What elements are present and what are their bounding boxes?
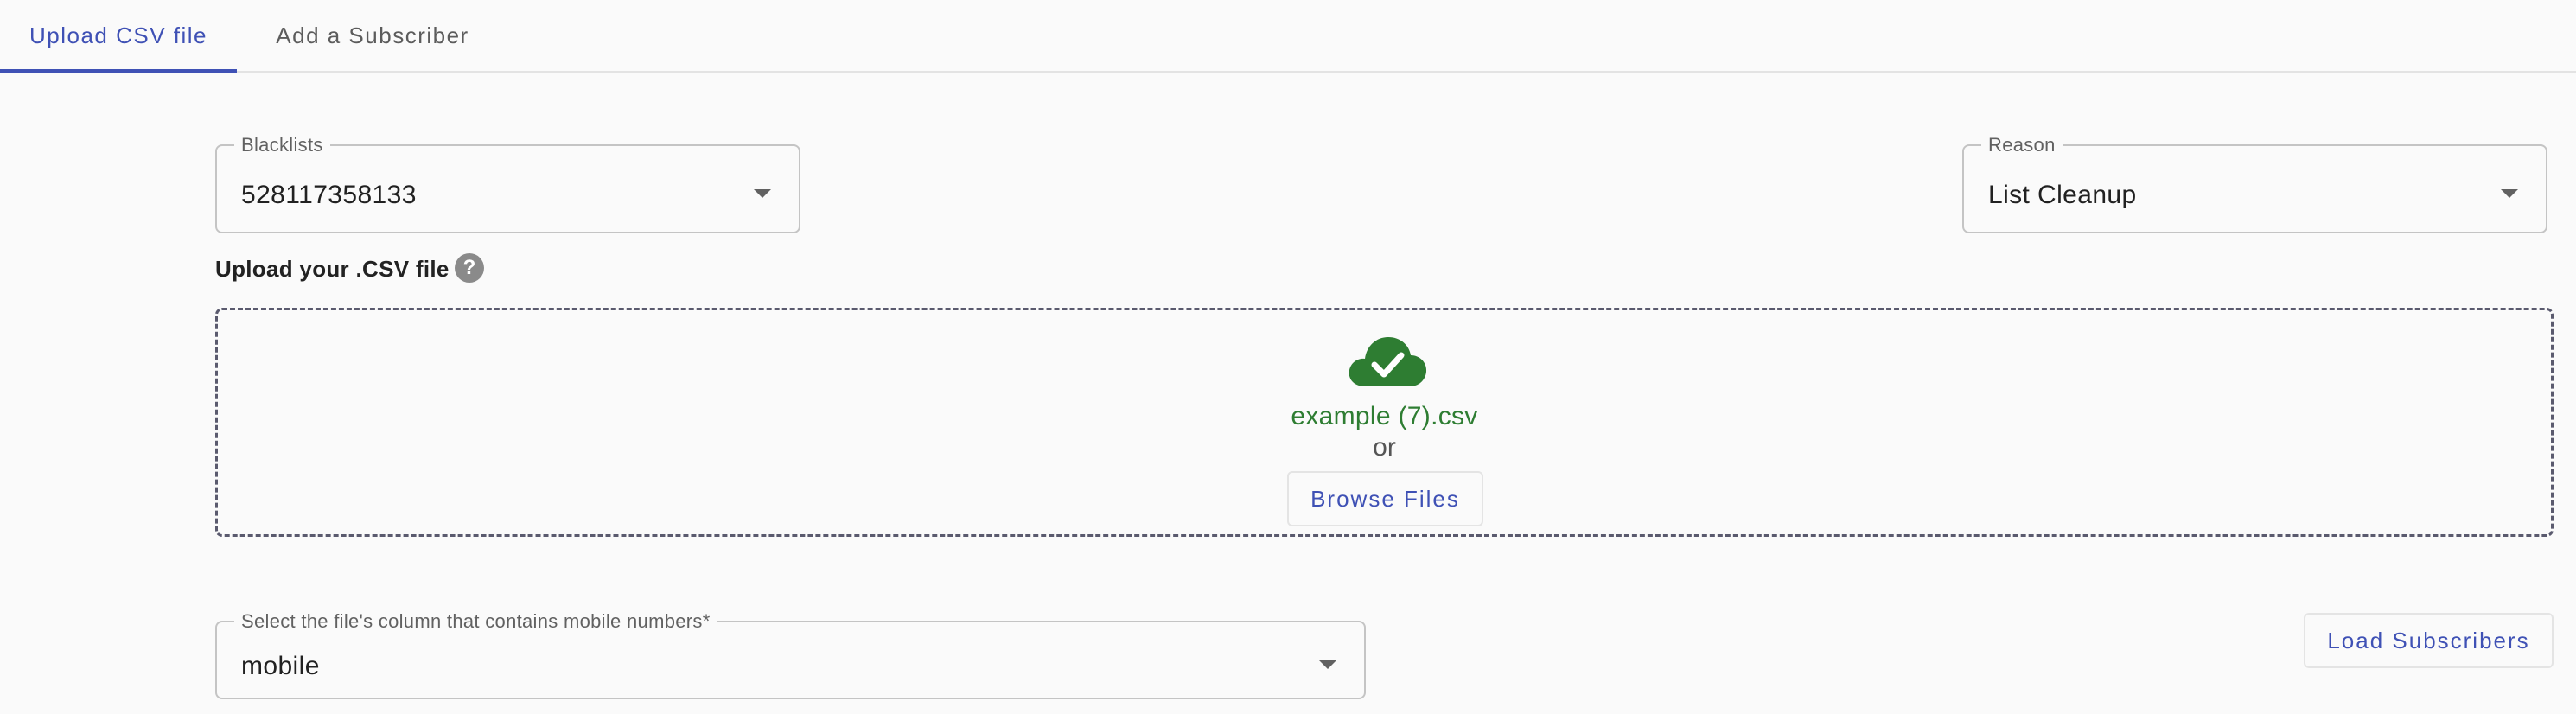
or-text: or [1373, 433, 1396, 462]
chevron-down-icon [2501, 189, 2518, 198]
cloud-check-icon [1349, 337, 1427, 386]
tab-upload-csv[interactable]: Upload CSV file [0, 0, 237, 71]
upload-label: Upload your .CSV file [215, 256, 450, 282]
tab-bar: Upload CSV file Add a Subscriber [0, 0, 2576, 73]
reason-select[interactable]: Reason List Cleanup [1962, 136, 2547, 233]
reason-value: List Cleanup [1988, 181, 2137, 209]
tab-add-subscriber[interactable]: Add a Subscriber [251, 0, 494, 71]
load-subscribers-button[interactable]: Load Subscribers [2304, 613, 2554, 668]
uploaded-file-name: example (7).csv [1291, 402, 1478, 430]
help-icon[interactable]: ? [455, 253, 484, 283]
reason-label: Reason [1988, 134, 2056, 156]
chevron-down-icon [754, 189, 771, 198]
active-tab-indicator [0, 69, 237, 73]
mobile-column-value: mobile [241, 652, 320, 680]
blacklists-select[interactable]: Blacklists 528117358133 [215, 136, 800, 233]
file-dropzone[interactable]: example (7).csv or Browse Files [215, 308, 2554, 537]
chevron-down-icon [1319, 660, 1336, 669]
blacklists-label: Blacklists [241, 134, 323, 156]
mobile-column-select[interactable]: Select the file's column that contains m… [215, 612, 1366, 699]
browse-files-button[interactable]: Browse Files [1287, 471, 1483, 526]
mobile-column-label: Select the file's column that contains m… [241, 610, 711, 632]
blacklists-value: 528117358133 [241, 181, 417, 209]
